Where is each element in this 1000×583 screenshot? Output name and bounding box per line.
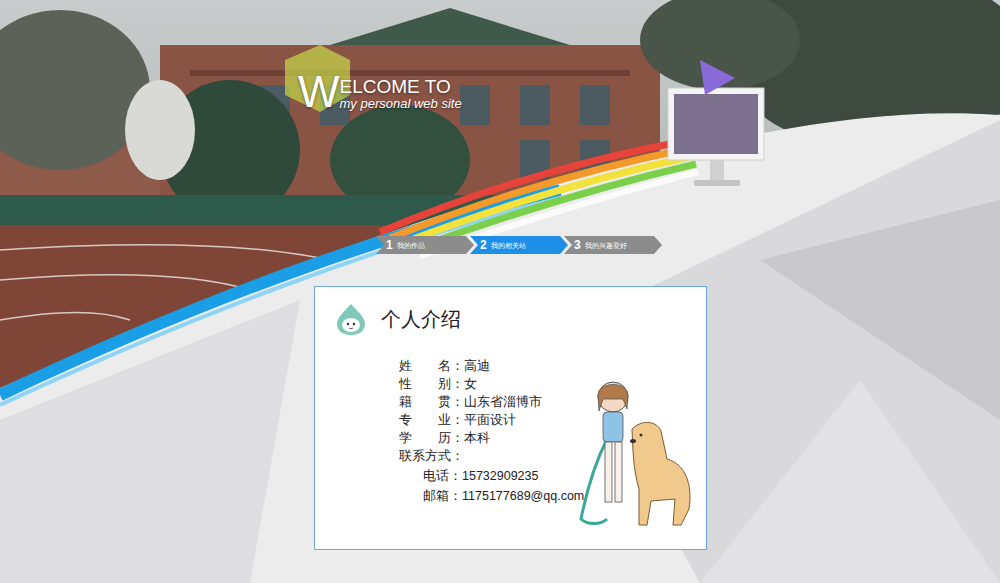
intro-card: 个人介绍 姓 名：高迪性 别：女籍 贯：山东省淄博市专 业：平面设计学 历：本科… bbox=[314, 286, 707, 550]
step-number: 1 bbox=[386, 239, 393, 251]
step-number: 2 bbox=[480, 239, 487, 251]
step-tab[interactable]: 3 我的兴趣爱好 bbox=[564, 236, 662, 254]
field-row: 性 别：女 bbox=[399, 375, 706, 393]
field-label: 性 别： bbox=[399, 375, 464, 393]
field-label: 姓 名： bbox=[399, 357, 464, 375]
step-label: 我的作品 bbox=[397, 242, 425, 249]
step-label: 我的兴趣爱好 bbox=[585, 242, 627, 249]
girl-with-dog-icon bbox=[577, 379, 697, 529]
step-label: 我的相关站 bbox=[491, 242, 526, 249]
field-label: 专 业： bbox=[399, 411, 464, 429]
step-number: 3 bbox=[574, 239, 581, 251]
field-label: 籍 贯： bbox=[399, 393, 464, 411]
contact-label: 邮箱： bbox=[423, 487, 462, 505]
logo-initial: W bbox=[298, 70, 340, 114]
logo-line1: ELCOME TO bbox=[340, 77, 462, 96]
contact-label: 电话： bbox=[423, 467, 462, 485]
field-row: 籍 贯：山东省淄博市 bbox=[399, 393, 706, 411]
logo-line2: my personal web site bbox=[340, 96, 462, 112]
field-value: 本科 bbox=[464, 429, 490, 447]
contact-value: 1175177689@qq.com bbox=[462, 487, 584, 505]
step-tab[interactable]: 2 我的相关站 bbox=[470, 236, 568, 254]
card-title: 个人介绍 bbox=[381, 305, 461, 333]
contact-value: 15732909235 bbox=[462, 467, 538, 485]
field-label: 学 历： bbox=[399, 429, 464, 447]
step-tab[interactable]: 1 我的作品 bbox=[376, 236, 474, 254]
field-row: 姓 名：高迪 bbox=[399, 357, 706, 375]
field-value: 山东省淄博市 bbox=[464, 393, 542, 411]
field-value: 平面设计 bbox=[464, 411, 516, 429]
field-value: 女 bbox=[464, 375, 477, 393]
field-row: 专 业：平面设计 bbox=[399, 411, 706, 429]
step-bar: 1 我的作品 2 我的相关站 3 我的兴趣爱好 bbox=[376, 236, 658, 254]
field-value: 高迪 bbox=[464, 357, 490, 375]
site-logo: W ELCOME TO my personal web site bbox=[298, 70, 462, 114]
page: W ELCOME TO my personal web site 1我的作品2我… bbox=[0, 0, 1000, 583]
seedling-icon bbox=[333, 301, 369, 337]
content: 1 我的作品 2 我的相关站 3 我的兴趣爱好 个人介绍 姓 名：高迪性 别：女籍 贯：山… bbox=[0, 0, 1000, 550]
